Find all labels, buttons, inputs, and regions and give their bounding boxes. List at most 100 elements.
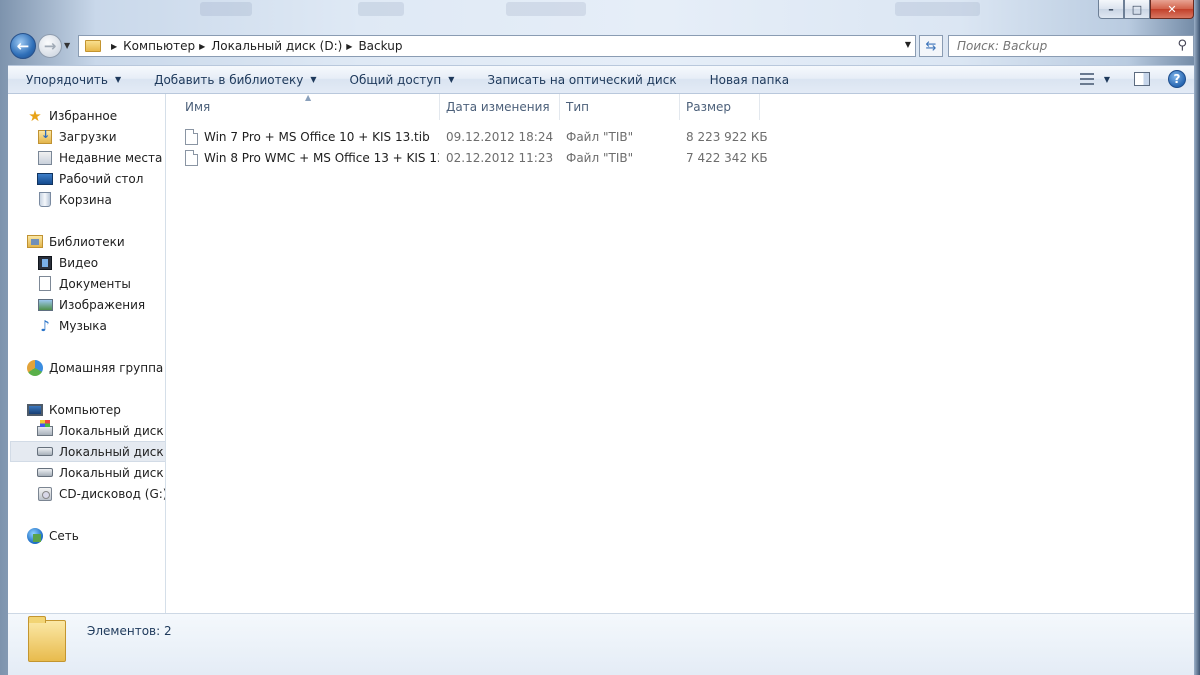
sidebar-item-documents[interactable]: Документы <box>37 273 131 294</box>
navigation-bar: ← → ▼ ▶ Компьютер ▶ Локальный диск (D:) … <box>8 31 1194 61</box>
sidebar-item-label: Недавние места <box>59 150 163 165</box>
view-controls: ▼ ? <box>1079 70 1186 88</box>
navigation-pane[interactable]: ★ Избранное Загрузки Недавние места Рабо… <box>8 94 166 613</box>
sidebar-item-recycle-bin[interactable]: Корзина <box>37 189 112 210</box>
file-icon <box>185 149 198 166</box>
column-header-size[interactable]: Размер <box>680 94 760 120</box>
sidebar-item-recent-places[interactable]: Недавние места <box>37 147 162 168</box>
sidebar-item-label: Избранное <box>49 108 118 123</box>
window-edge <box>1194 0 1200 675</box>
view-mode-icon[interactable] <box>1079 73 1094 85</box>
refresh-icon: ⇆ <box>925 38 937 54</box>
folder-icon <box>28 616 66 662</box>
sidebar-item-label: Рабочий стол <box>59 171 144 186</box>
forward-button[interactable]: → <box>38 34 62 58</box>
folder-icon <box>85 40 101 52</box>
pictures-icon <box>37 298 53 311</box>
sidebar-item-pictures[interactable]: Изображения <box>37 294 145 315</box>
sidebar-item-label: Компьютер <box>49 402 121 417</box>
sidebar-item-label: Домашняя группа <box>49 360 164 375</box>
sidebar-item-cd-drive[interactable]: CD-дисковод (G:) <box>37 483 166 504</box>
back-button[interactable]: ← <box>10 33 36 59</box>
column-header-date[interactable]: Дата изменения <box>440 94 560 120</box>
sidebar-item-desktop[interactable]: Рабочий стол <box>37 168 143 189</box>
preview-pane-icon[interactable] <box>1134 72 1150 86</box>
refresh-button[interactable]: ⇆ <box>919 35 943 57</box>
caption-buttons: – □ ✕ <box>1098 0 1194 20</box>
recent-places-icon <box>38 150 52 165</box>
share-button[interactable]: Общий доступ ▼ <box>332 66 470 93</box>
sidebar-item-label: Музыка <box>59 318 107 333</box>
sidebar-item-drive-d[interactable]: Локальный диск (D <box>10 441 165 462</box>
address-bar[interactable]: ▶ Компьютер ▶ Локальный диск (D:) ▶ Back… <box>78 35 916 57</box>
search-box[interactable]: ⚲ <box>948 35 1194 57</box>
sidebar-item-label: CD-дисковод (G:) <box>59 486 166 501</box>
sidebar-item-downloads[interactable]: Загрузки <box>37 126 117 147</box>
back-arrow-icon: ← <box>16 37 30 55</box>
cd-drive-icon <box>38 486 52 501</box>
sidebar-item-drive-c[interactable]: Локальный диск (C <box>37 419 165 441</box>
minimize-button[interactable]: – <box>1098 0 1124 19</box>
new-folder-button[interactable]: Новая папка <box>692 66 804 93</box>
file-name: Win 8 Pro WMC + MS Office 13 + KIS 13.t.… <box>204 150 439 165</box>
file-modified: 09.12.2012 18:24 <box>446 129 554 144</box>
sidebar-item-label: Документы <box>59 276 131 291</box>
organize-label: Упорядочить <box>26 72 108 87</box>
sidebar-item-favorites[interactable]: ★ Избранное <box>27 105 117 126</box>
add-to-library-button[interactable]: Добавить в библиотеку ▼ <box>136 66 331 93</box>
share-label: Общий доступ <box>349 72 442 87</box>
details-pane: Элементов: 2 <box>8 613 1194 675</box>
organize-button[interactable]: Упорядочить ▼ <box>8 66 136 93</box>
new-folder-label: Новая папка <box>709 72 790 87</box>
column-header-name[interactable]: ▲ Имя <box>167 93 440 120</box>
file-modified: 02.12.2012 11:23 <box>446 150 554 165</box>
sidebar-item-computer[interactable]: Компьютер <box>27 399 121 420</box>
title-blur <box>506 2 586 16</box>
help-icon[interactable]: ? <box>1168 70 1186 88</box>
chevron-down-icon[interactable]: ▼ <box>905 40 911 49</box>
sidebar-item-label: Изображения <box>59 297 146 312</box>
burn-button[interactable]: Записать на оптический диск <box>469 66 691 93</box>
desktop-icon <box>37 172 53 185</box>
chevron-down-icon[interactable]: ▼ <box>1104 75 1110 84</box>
chevron-down-icon: ▼ <box>448 75 455 84</box>
sidebar-item-label: Локальный диск (E: <box>59 465 165 480</box>
sidebar-item-music[interactable]: ♪ Музыка <box>37 315 107 336</box>
column-header-type[interactable]: Тип <box>560 94 680 120</box>
file-name-cell[interactable]: Win 7 Pro + MS Office 10 + KIS 13.tib <box>185 128 439 145</box>
chevron-right-icon[interactable]: ▶ <box>111 42 117 51</box>
file-name-cell[interactable]: Win 8 Pro WMC + MS Office 13 + KIS 13.t.… <box>185 149 439 166</box>
homegroup-icon <box>27 359 43 376</box>
breadcrumb-computer[interactable]: Компьютер <box>123 39 195 53</box>
sidebar-item-homegroup[interactable]: Домашняя группа <box>27 357 163 378</box>
breadcrumb-backup[interactable]: Backup <box>358 39 402 53</box>
sidebar-item-video[interactable]: Видео <box>37 252 98 273</box>
breadcrumb: ▶ Компьютер ▶ Локальный диск (D:) ▶ Back… <box>107 39 402 53</box>
chevron-right-icon[interactable]: ▶ <box>346 42 352 51</box>
breadcrumb-drive-d[interactable]: Локальный диск (D:) <box>211 39 342 53</box>
file-size: 8 223 922 КБ <box>686 129 768 144</box>
file-list[interactable]: ▲ Имя Дата изменения Тип Размер Win 7 Pr… <box>167 93 1194 613</box>
sidebar-item-libraries[interactable]: Библиотеки <box>27 231 125 252</box>
maximize-button[interactable]: □ <box>1124 0 1150 19</box>
burn-label: Записать на оптический диск <box>487 72 677 87</box>
column-header-label: Дата изменения <box>446 100 550 114</box>
sidebar-item-drive-e[interactable]: Локальный диск (E: <box>37 462 165 483</box>
sidebar-item-network[interactable]: Сеть <box>27 525 79 546</box>
search-icon[interactable]: ⚲ <box>1177 38 1187 53</box>
downloads-icon <box>38 128 52 144</box>
sidebar-item-label: Корзина <box>59 192 112 207</box>
recycle-bin-icon <box>39 192 51 207</box>
chevron-right-icon[interactable]: ▶ <box>199 42 205 51</box>
column-header-label: Тип <box>566 100 589 114</box>
close-button[interactable]: ✕ <box>1150 0 1194 19</box>
search-input[interactable] <box>949 39 1159 53</box>
sort-ascending-icon: ▲ <box>305 93 312 102</box>
network-icon <box>27 527 43 544</box>
video-icon <box>38 255 52 270</box>
chevron-down-icon: ▼ <box>310 75 317 84</box>
command-bar: Упорядочить ▼ Добавить в библиотеку ▼ Об… <box>8 65 1194 94</box>
history-dropdown-icon[interactable]: ▼ <box>64 41 70 50</box>
system-drive-icon <box>37 419 53 436</box>
item-count: Элементов: 2 <box>87 624 172 638</box>
